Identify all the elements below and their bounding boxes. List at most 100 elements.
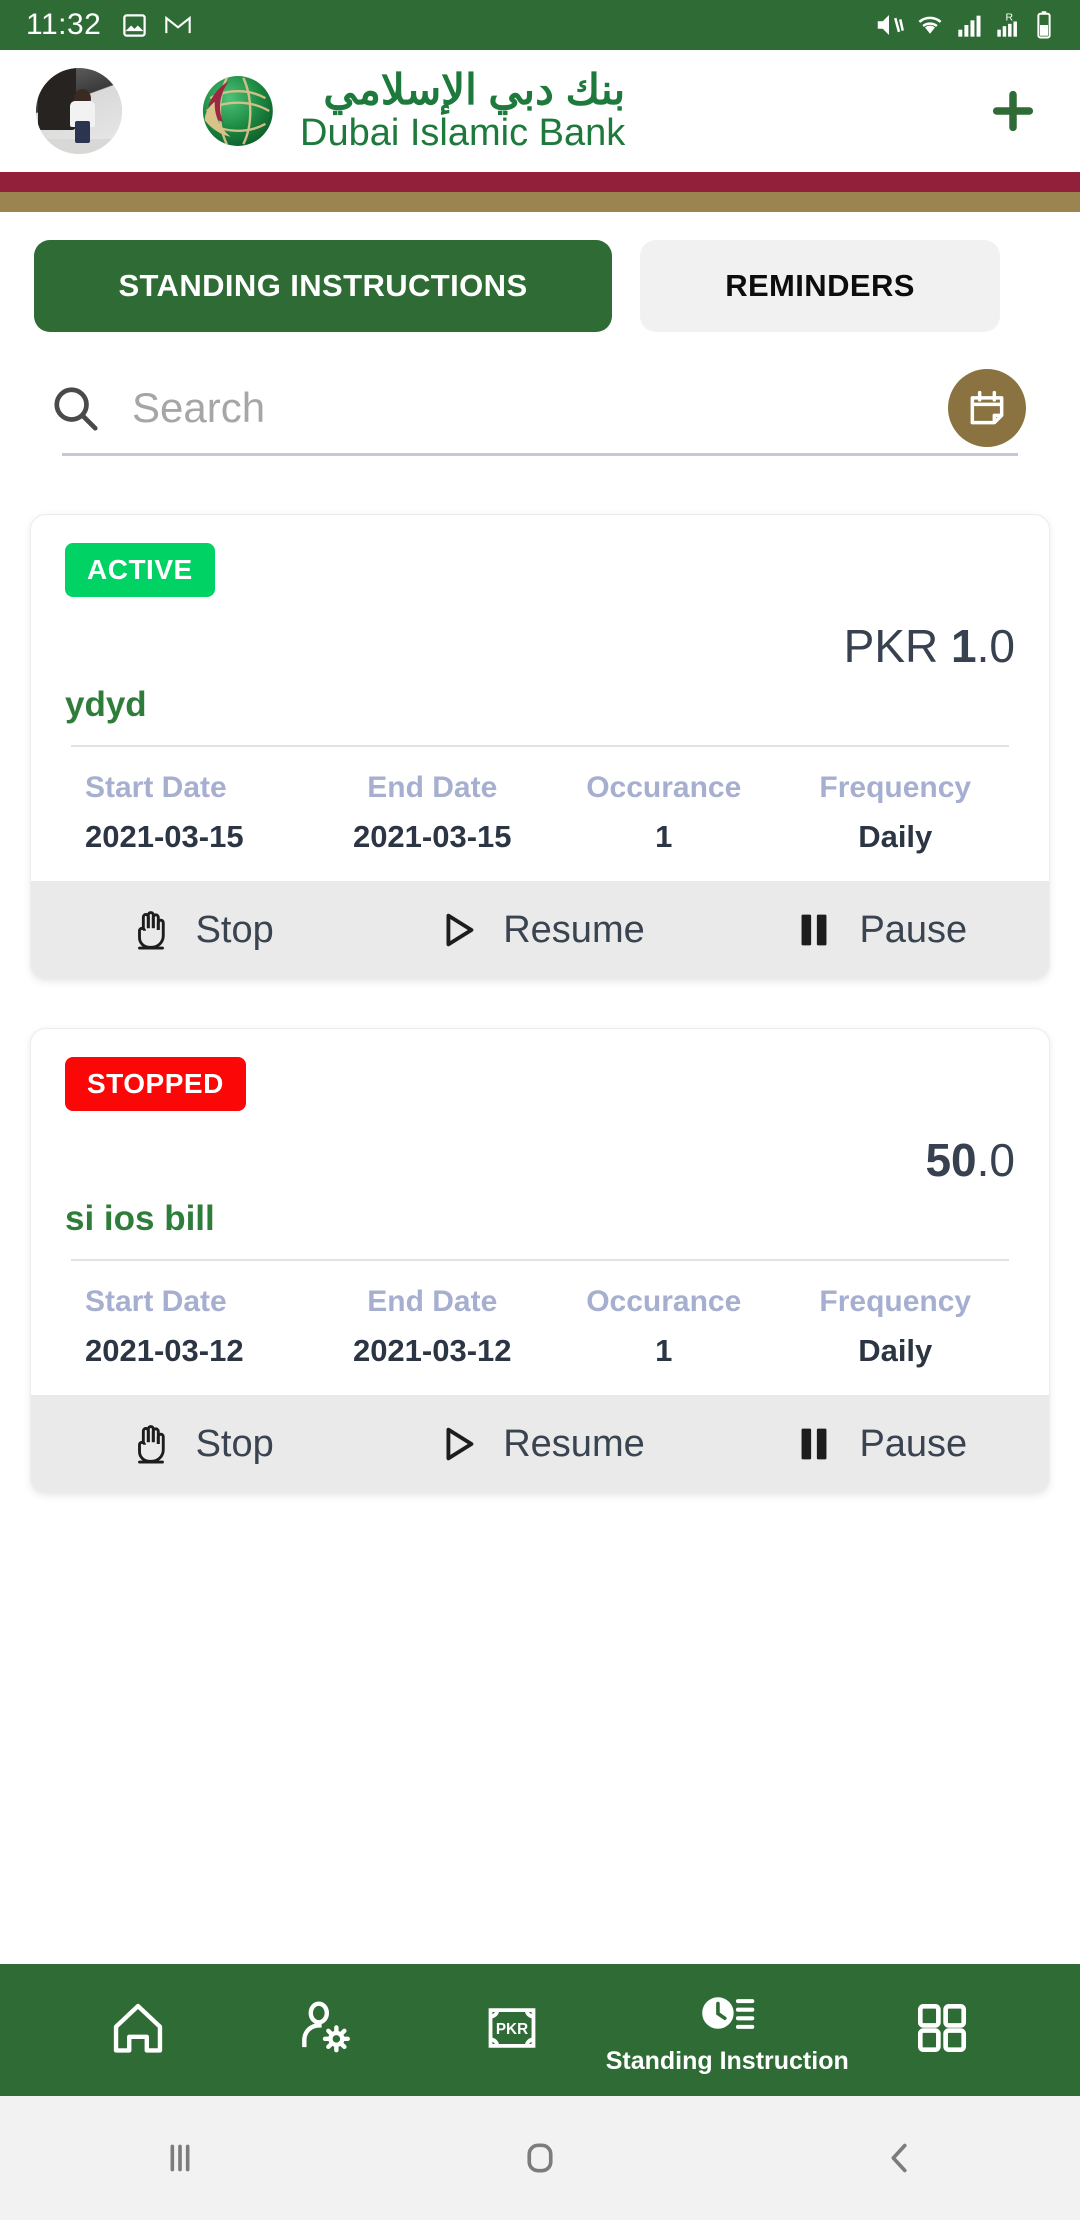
stop-label: Stop xyxy=(195,908,274,951)
resume-label: Resume xyxy=(503,908,645,951)
signal-icon xyxy=(958,15,981,37)
tab-standing-instructions-label: STANDING INSTRUCTIONS xyxy=(118,268,528,303)
meta-value: 2021-03-15 xyxy=(85,819,244,854)
meta-value: 1 xyxy=(655,1333,673,1368)
pause-label: Pause xyxy=(859,908,968,951)
amount-major: 50 xyxy=(925,1134,977,1186)
meta-header: Start Date xyxy=(85,1285,227,1318)
app-screen: 11:32 R بنك دبي الإسلامي Dubai Islamic B… xyxy=(0,0,1080,2220)
resume-button[interactable]: Resume xyxy=(370,907,709,953)
pause-label: Pause xyxy=(859,1422,968,1465)
hand-stop-icon xyxy=(137,1425,165,1464)
pause-button[interactable]: Pause xyxy=(710,1421,1049,1467)
meta-end-date: End Date 2021-03-12 xyxy=(317,1285,549,1369)
add-button[interactable] xyxy=(982,80,1044,142)
dib-logo-icon xyxy=(202,76,273,146)
brand-name-english: Dubai Islamic Bank xyxy=(300,112,626,155)
amount-minor: .0 xyxy=(976,620,1015,672)
battery-icon xyxy=(1037,11,1051,39)
meta-value: 2021-03-15 xyxy=(352,819,512,854)
brand-name-arabic: بنك دبي الإسلامي xyxy=(323,66,626,114)
card-title: si ios bill xyxy=(65,1199,215,1238)
amount-major: 1 xyxy=(951,620,977,672)
meta-value: Daily xyxy=(858,819,933,854)
meta-value: Daily xyxy=(858,1333,933,1368)
home-icon xyxy=(113,2003,162,2053)
stop-button[interactable]: Stop xyxy=(31,1421,370,1467)
clock-list-icon xyxy=(702,1996,755,2029)
resume-label: Resume xyxy=(503,1422,645,1465)
pause-icon xyxy=(801,1428,827,1460)
play-icon xyxy=(446,1427,474,1461)
meta-occurance: Occurance 1 xyxy=(548,1285,780,1369)
plus-icon xyxy=(992,90,1034,132)
nav-standing-instruction[interactable]: Standing Instruction xyxy=(606,1985,849,2076)
home-square-icon xyxy=(527,2143,553,2173)
svg-text:R: R xyxy=(1006,11,1014,23)
amount-minor: .0 xyxy=(976,1134,1015,1186)
meta-frequency: Frequency Daily xyxy=(780,771,1012,855)
meta-value: 1 xyxy=(655,819,673,854)
search-underline xyxy=(62,453,1018,456)
tab-reminders-label: REMINDERS xyxy=(725,268,915,303)
nav-payments[interactable]: PKR xyxy=(418,1997,605,2063)
card-meta: Start Date 2021-03-15 End Date 2021-03-1… xyxy=(65,771,1015,863)
tab-reminders[interactable]: REMINDERS xyxy=(640,240,1000,332)
tab-bar: STANDING INSTRUCTIONS REMINDERS xyxy=(0,212,1080,338)
meta-header: Occurance xyxy=(586,1285,742,1318)
android-recents-button[interactable] xyxy=(0,2135,360,2181)
search-input[interactable] xyxy=(132,384,672,432)
card-actions: Stop Resume Pause xyxy=(31,1395,1049,1493)
amount-currency: PKR xyxy=(843,620,952,672)
status-badge: ACTIVE xyxy=(65,543,215,597)
card-divider xyxy=(71,745,1009,747)
wifi-icon xyxy=(918,16,942,34)
tab-standing-instructions[interactable]: STANDING INSTRUCTIONS xyxy=(34,240,612,332)
status-bar-time: 11:32 xyxy=(26,8,102,41)
status-bar: 11:32 R xyxy=(0,0,1080,50)
nav-home[interactable] xyxy=(44,1997,231,2063)
avatar[interactable] xyxy=(36,68,122,154)
gmail-icon xyxy=(165,15,192,34)
standing-instruction-card[interactable]: ACTIVE PKR 1.0 ydyd Start Date 2021-03-1… xyxy=(30,514,1050,980)
calendar-button[interactable] xyxy=(948,369,1026,447)
brand: بنك دبي الإسلامي Dubai Islamic Bank xyxy=(190,65,625,157)
pkr-banknote-icon: PKR xyxy=(488,2008,536,2048)
meta-header: Frequency xyxy=(819,1285,972,1318)
amount: 50.0 xyxy=(925,1134,1015,1186)
nav-standing-instruction-label: Standing Instruction xyxy=(605,2046,849,2075)
pause-button[interactable]: Pause xyxy=(710,907,1049,953)
recents-icon xyxy=(170,2144,190,2172)
meta-header: Start Date xyxy=(85,771,227,804)
stop-button[interactable]: Stop xyxy=(31,907,370,953)
standing-instruction-card[interactable]: STOPPED 50.0 si ios bill Start Date 2021… xyxy=(30,1028,1050,1494)
card-title: ydyd xyxy=(65,685,147,724)
meta-end-date: End Date 2021-03-15 xyxy=(317,771,549,855)
svg-text:PKR: PKR xyxy=(496,2021,528,2038)
card-meta: Start Date 2021-03-12 End Date 2021-03-1… xyxy=(65,1285,1015,1377)
play-icon xyxy=(446,913,474,947)
hand-stop-icon xyxy=(137,911,165,950)
meta-start-date: Start Date 2021-03-15 xyxy=(69,771,317,855)
amount: PKR 1.0 xyxy=(844,620,1015,672)
standing-instruction-list: ACTIVE PKR 1.0 ydyd Start Date 2021-03-1… xyxy=(0,478,1080,1964)
meta-occurance: Occurance 1 xyxy=(548,771,780,855)
search-icon[interactable] xyxy=(48,381,102,435)
calendar-icon xyxy=(970,390,1004,425)
android-home-button[interactable] xyxy=(360,2135,720,2181)
meta-frequency: Frequency Daily xyxy=(780,1285,1012,1369)
android-back-button[interactable] xyxy=(720,2135,1080,2181)
card-actions: Stop Resume Pause xyxy=(31,881,1049,979)
search-bar xyxy=(0,338,1080,478)
nav-profile-settings[interactable] xyxy=(231,1997,418,2063)
brand-stripe-gold xyxy=(0,192,1080,212)
stop-label: Stop xyxy=(195,1422,274,1465)
pause-icon xyxy=(801,914,827,946)
android-navigation-bar xyxy=(0,2096,1080,2220)
meta-header: End Date xyxy=(367,1285,498,1318)
nav-more-apps[interactable] xyxy=(849,1997,1036,2063)
brand-stripe-maroon xyxy=(0,172,1080,192)
resume-button[interactable]: Resume xyxy=(370,1421,709,1467)
meta-header: Frequency xyxy=(819,771,972,804)
bottom-navigation: PKR Standing Instruction xyxy=(0,1964,1080,2096)
